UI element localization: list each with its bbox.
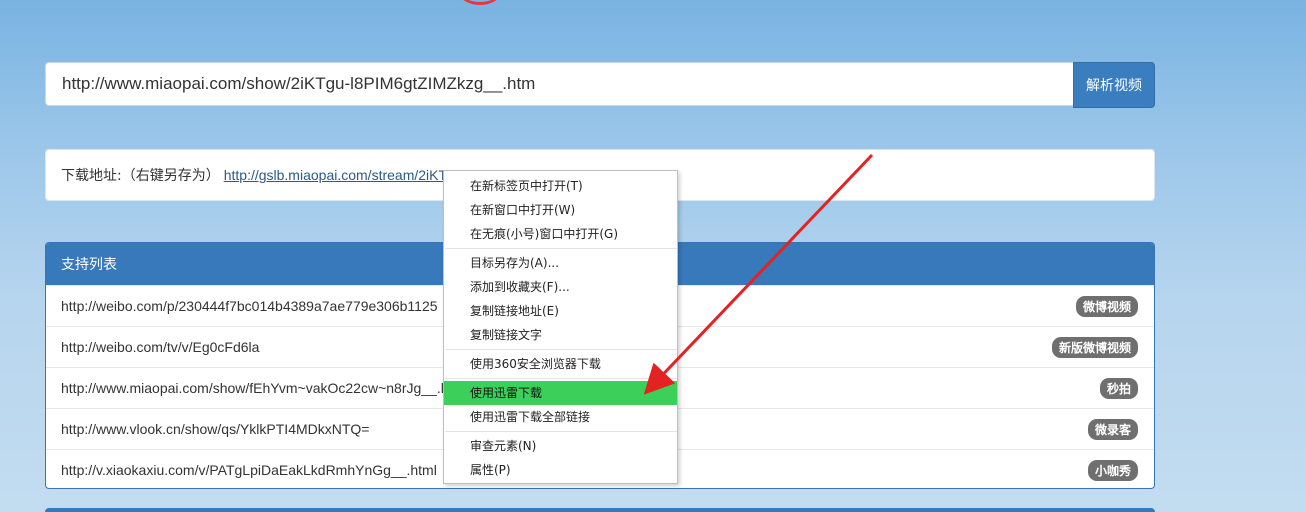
menu-download-360[interactable]: 使用360安全浏览器下载 bbox=[444, 352, 677, 376]
site-badge: 微博视频 bbox=[1075, 295, 1138, 317]
menu-download-xunlei-all[interactable]: 使用迅雷下载全部链接 bbox=[444, 405, 677, 429]
site-badge: 秒拍 bbox=[1099, 377, 1138, 399]
support-list-title: 支持列表 bbox=[61, 257, 117, 273]
logo-fragment bbox=[450, 0, 510, 5]
url-form: 解析视频 bbox=[45, 62, 1155, 108]
menu-separator bbox=[445, 378, 677, 379]
support-url: http://www.miaopai.com/show/fEhYvm~vakOc… bbox=[61, 380, 465, 396]
menu-separator bbox=[445, 248, 677, 249]
menu-open-new-window[interactable]: 在新窗口中打开(W) bbox=[444, 198, 677, 222]
parse-video-button[interactable]: 解析视频 bbox=[1073, 62, 1155, 108]
support-url: http://v.xiaokaxiu.com/v/PATgLpiDaEakLkd… bbox=[61, 462, 437, 478]
support-url: http://weibo.com/p/230444f7bc014b4389a7a… bbox=[61, 298, 438, 314]
menu-separator bbox=[445, 431, 677, 432]
site-badge: 小咖秀 bbox=[1087, 459, 1138, 481]
menu-open-new-tab[interactable]: 在新标签页中打开(T) bbox=[444, 174, 677, 198]
menu-separator bbox=[445, 349, 677, 350]
menu-download-xunlei[interactable]: 使用迅雷下载 bbox=[444, 381, 677, 405]
download-label: 下载地址:（右键另存为） bbox=[61, 168, 220, 184]
context-menu: 在新标签页中打开(T) 在新窗口中打开(W) 在无痕(小号)窗口中打开(G) 目… bbox=[443, 170, 678, 484]
video-url-input[interactable] bbox=[45, 62, 1073, 106]
next-panel-header bbox=[45, 508, 1155, 512]
menu-copy-link-address[interactable]: 复制链接地址(E) bbox=[444, 299, 677, 323]
support-url: http://www.vlook.cn/show/qs/YklkPTI4MDkx… bbox=[61, 421, 370, 437]
site-badge: 微录客 bbox=[1087, 418, 1138, 440]
menu-inspect-element[interactable]: 审查元素(N) bbox=[444, 434, 677, 458]
menu-copy-link-text[interactable]: 复制链接文字 bbox=[444, 323, 677, 347]
menu-save-target-as[interactable]: 目标另存为(A)... bbox=[444, 251, 677, 275]
support-url: http://weibo.com/tv/v/Eg0cFd6la bbox=[61, 339, 260, 355]
menu-add-to-favorites[interactable]: 添加到收藏夹(F)... bbox=[444, 275, 677, 299]
site-badge: 新版微博视频 bbox=[1051, 336, 1138, 358]
menu-open-incognito[interactable]: 在无痕(小号)窗口中打开(G) bbox=[444, 222, 677, 246]
menu-properties[interactable]: 属性(P) bbox=[444, 458, 677, 482]
